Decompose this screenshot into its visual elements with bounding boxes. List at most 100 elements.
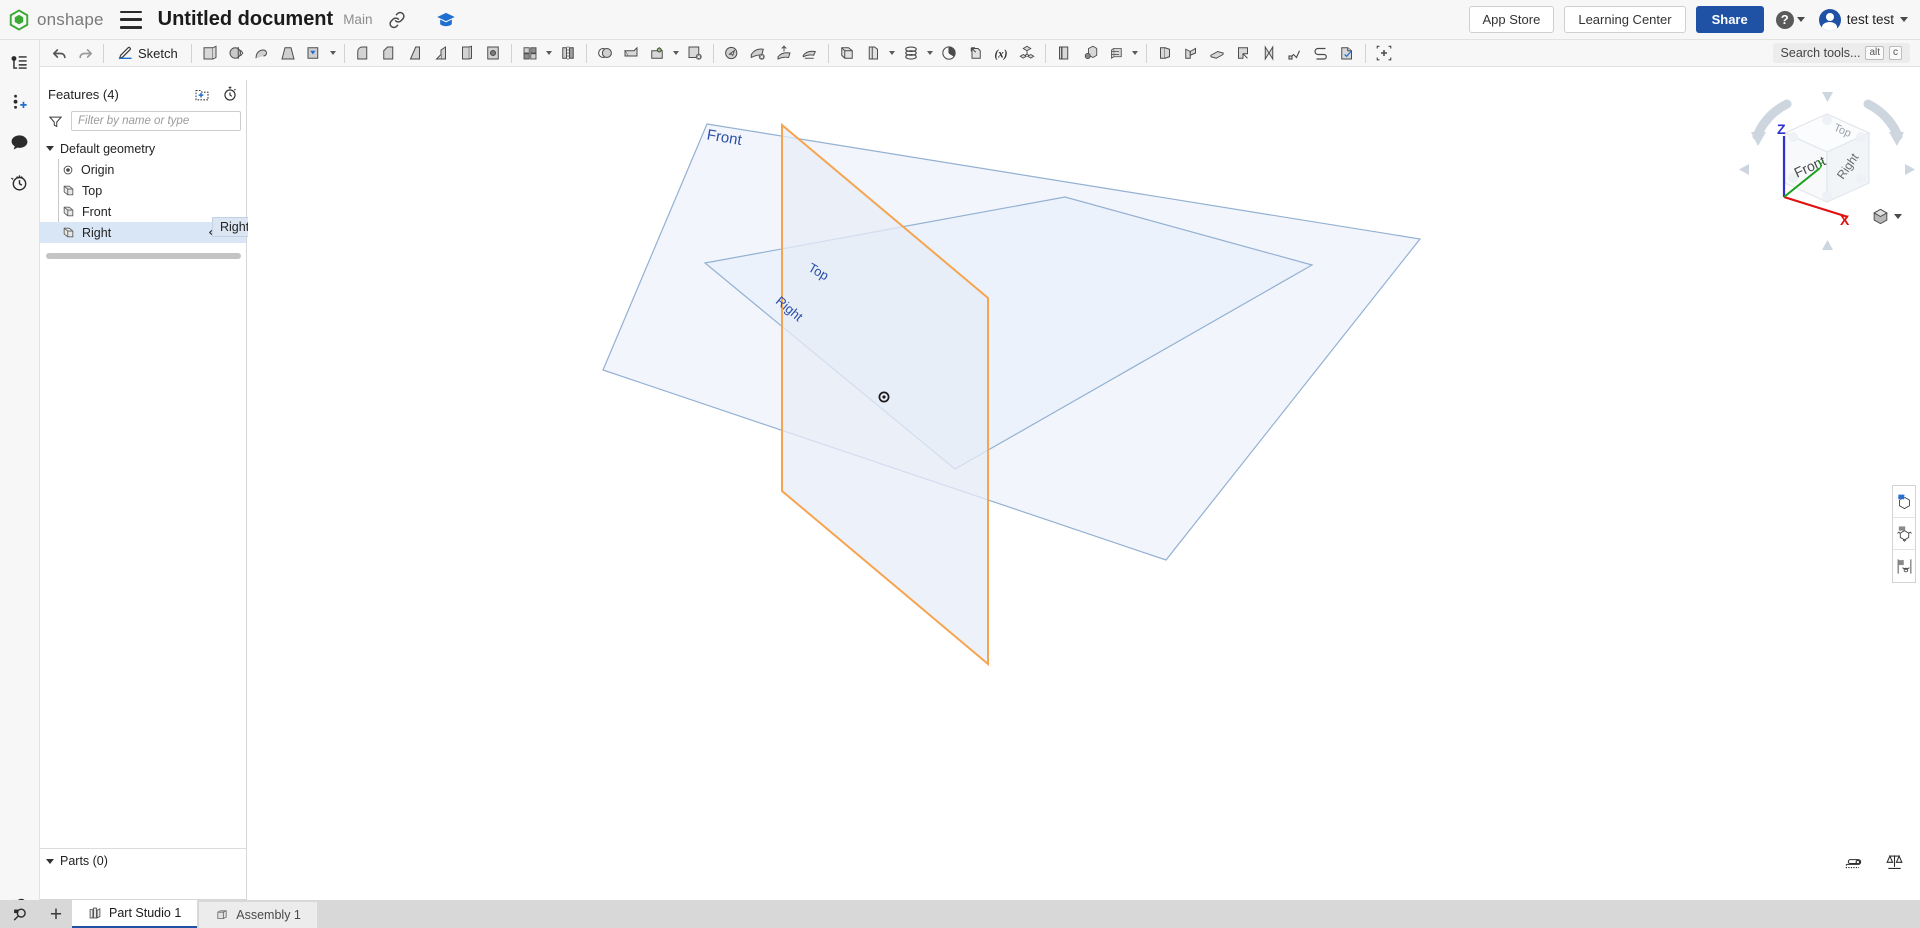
configuration-icon[interactable] bbox=[936, 41, 962, 66]
insert-icon[interactable] bbox=[1334, 41, 1360, 66]
sketch-plane-icon[interactable] bbox=[860, 41, 886, 66]
add-feature-icon[interactable] bbox=[1371, 41, 1397, 66]
tree-item-top[interactable]: Top bbox=[40, 180, 246, 201]
transform-icon[interactable] bbox=[644, 41, 670, 66]
composite-part-icon[interactable] bbox=[1014, 41, 1040, 66]
chevron-down-icon[interactable] bbox=[886, 41, 898, 66]
view-cube[interactable]: Top Front Right Z X Y bbox=[1735, 80, 1920, 265]
offset-surface-icon[interactable] bbox=[771, 41, 797, 66]
app-store-button[interactable]: App Store bbox=[1468, 6, 1555, 33]
tab-assembly-1[interactable]: Assembly 1 bbox=[199, 902, 317, 928]
chevron-down-icon bbox=[1894, 214, 1902, 219]
undo-button[interactable] bbox=[46, 41, 72, 66]
help-menu[interactable]: ? bbox=[1775, 10, 1805, 29]
plane-icon[interactable] bbox=[834, 41, 860, 66]
toolbar-divider bbox=[585, 43, 587, 63]
feature-list-icon[interactable] bbox=[7, 49, 33, 75]
bend-icon[interactable] bbox=[1178, 41, 1204, 66]
filter-funnel-icon[interactable] bbox=[48, 114, 63, 129]
toolbar-divider bbox=[827, 43, 829, 63]
mass-properties-icon[interactable] bbox=[1885, 853, 1904, 870]
add-version-icon[interactable] bbox=[7, 89, 33, 115]
chevron-down-icon[interactable] bbox=[924, 41, 936, 66]
jog-icon[interactable] bbox=[1256, 41, 1282, 66]
shell-icon[interactable] bbox=[454, 41, 480, 66]
flange-icon[interactable] bbox=[1152, 41, 1178, 66]
fillet-icon[interactable] bbox=[350, 41, 376, 66]
learning-center-button[interactable]: Learning Center bbox=[1564, 6, 1686, 33]
loop-icon[interactable] bbox=[1308, 41, 1334, 66]
search-input[interactable] bbox=[71, 111, 241, 131]
sheetmetal-model-icon[interactable] bbox=[1077, 41, 1103, 66]
sheet-metal-icon[interactable] bbox=[1051, 41, 1077, 66]
sweep-icon[interactable] bbox=[249, 41, 275, 66]
linear-pattern-icon[interactable] bbox=[517, 41, 543, 66]
parts-header[interactable]: Parts (0) bbox=[40, 849, 246, 873]
assembly-pattern-icon[interactable] bbox=[1103, 41, 1129, 66]
delete-face-icon[interactable] bbox=[682, 41, 708, 66]
revolve-icon[interactable] bbox=[223, 41, 249, 66]
mirror-icon[interactable] bbox=[555, 41, 581, 66]
sketch-button[interactable]: Sketch bbox=[109, 41, 186, 66]
display-state-icon[interactable] bbox=[1893, 486, 1915, 518]
plane-icon bbox=[62, 226, 75, 239]
move-face-icon[interactable] bbox=[719, 41, 745, 66]
draft-icon[interactable] bbox=[402, 41, 428, 66]
helix-icon[interactable] bbox=[898, 41, 924, 66]
viewport-right-panels bbox=[1892, 485, 1916, 583]
user-menu[interactable]: test test bbox=[1818, 8, 1908, 31]
tree-item-label: Top bbox=[82, 183, 103, 198]
boolean-icon[interactable] bbox=[592, 41, 618, 66]
vc-arrow-left bbox=[1739, 164, 1749, 175]
tab-label: Assembly 1 bbox=[236, 908, 301, 922]
graduation-cap-icon[interactable] bbox=[436, 11, 456, 28]
redo-button[interactable] bbox=[72, 41, 98, 66]
brand[interactable]: onshape bbox=[8, 8, 104, 31]
plane-icon bbox=[62, 205, 75, 218]
chevron-down-icon[interactable] bbox=[543, 41, 555, 66]
tree-horizontal-scrollbar[interactable] bbox=[46, 253, 241, 259]
view-cube-menu-icon[interactable] bbox=[1871, 207, 1902, 226]
new-folder-icon[interactable] bbox=[194, 87, 210, 102]
render-studio-icon[interactable] bbox=[1893, 518, 1915, 550]
assembly-icon bbox=[215, 908, 229, 922]
add-tab-button[interactable]: + bbox=[40, 900, 72, 928]
unfold-icon[interactable] bbox=[1230, 41, 1256, 66]
user-name: test test bbox=[1846, 12, 1894, 27]
thicken-icon[interactable] bbox=[301, 41, 327, 66]
chamfer-icon[interactable] bbox=[376, 41, 402, 66]
tree-item-origin[interactable]: Origin bbox=[40, 159, 246, 180]
extrude-icon[interactable] bbox=[197, 41, 223, 66]
3d-viewport[interactable]: Front Top Right Top Front Right Z X Y bbox=[248, 67, 1920, 900]
tab-search-icon[interactable] bbox=[0, 900, 40, 928]
hole-icon[interactable] bbox=[480, 41, 506, 66]
corner-icon[interactable] bbox=[1282, 41, 1308, 66]
enclose-icon[interactable] bbox=[797, 41, 823, 66]
rollback-timer-icon[interactable] bbox=[222, 86, 238, 102]
tab-icon[interactable] bbox=[1204, 41, 1230, 66]
vc-arrow-down bbox=[1822, 240, 1833, 250]
chevron-down-icon[interactable] bbox=[1129, 41, 1141, 66]
document-tab-bar: + Part Studio 1 Assembly 1 bbox=[0, 900, 1920, 928]
chevron-down-icon[interactable] bbox=[327, 41, 339, 66]
hamburger-icon[interactable] bbox=[119, 10, 142, 29]
chevron-down-icon[interactable] bbox=[670, 41, 682, 66]
split-icon[interactable] bbox=[618, 41, 644, 66]
tree-group-default-geometry[interactable]: Default geometry bbox=[40, 138, 246, 159]
history-icon[interactable] bbox=[7, 169, 33, 195]
tree-item-label: Origin bbox=[81, 162, 115, 177]
search-tools-box[interactable]: Search tools... alt c bbox=[1772, 43, 1910, 63]
variable-icon[interactable]: (x) bbox=[988, 41, 1014, 66]
rib-icon[interactable] bbox=[428, 41, 454, 66]
derived-icon[interactable] bbox=[962, 41, 988, 66]
comments-icon[interactable] bbox=[7, 129, 33, 155]
loft-icon[interactable] bbox=[275, 41, 301, 66]
appearance-icon[interactable] bbox=[1893, 550, 1915, 582]
measure-icon[interactable] bbox=[1844, 854, 1863, 870]
link-icon[interactable] bbox=[388, 11, 406, 29]
parts-section: Parts (0) bbox=[40, 848, 246, 873]
share-button[interactable]: Share bbox=[1695, 6, 1764, 33]
replace-face-icon[interactable] bbox=[745, 41, 771, 66]
axis-label-x: X bbox=[1840, 212, 1850, 228]
tab-part-studio-1[interactable]: Part Studio 1 bbox=[72, 900, 198, 928]
